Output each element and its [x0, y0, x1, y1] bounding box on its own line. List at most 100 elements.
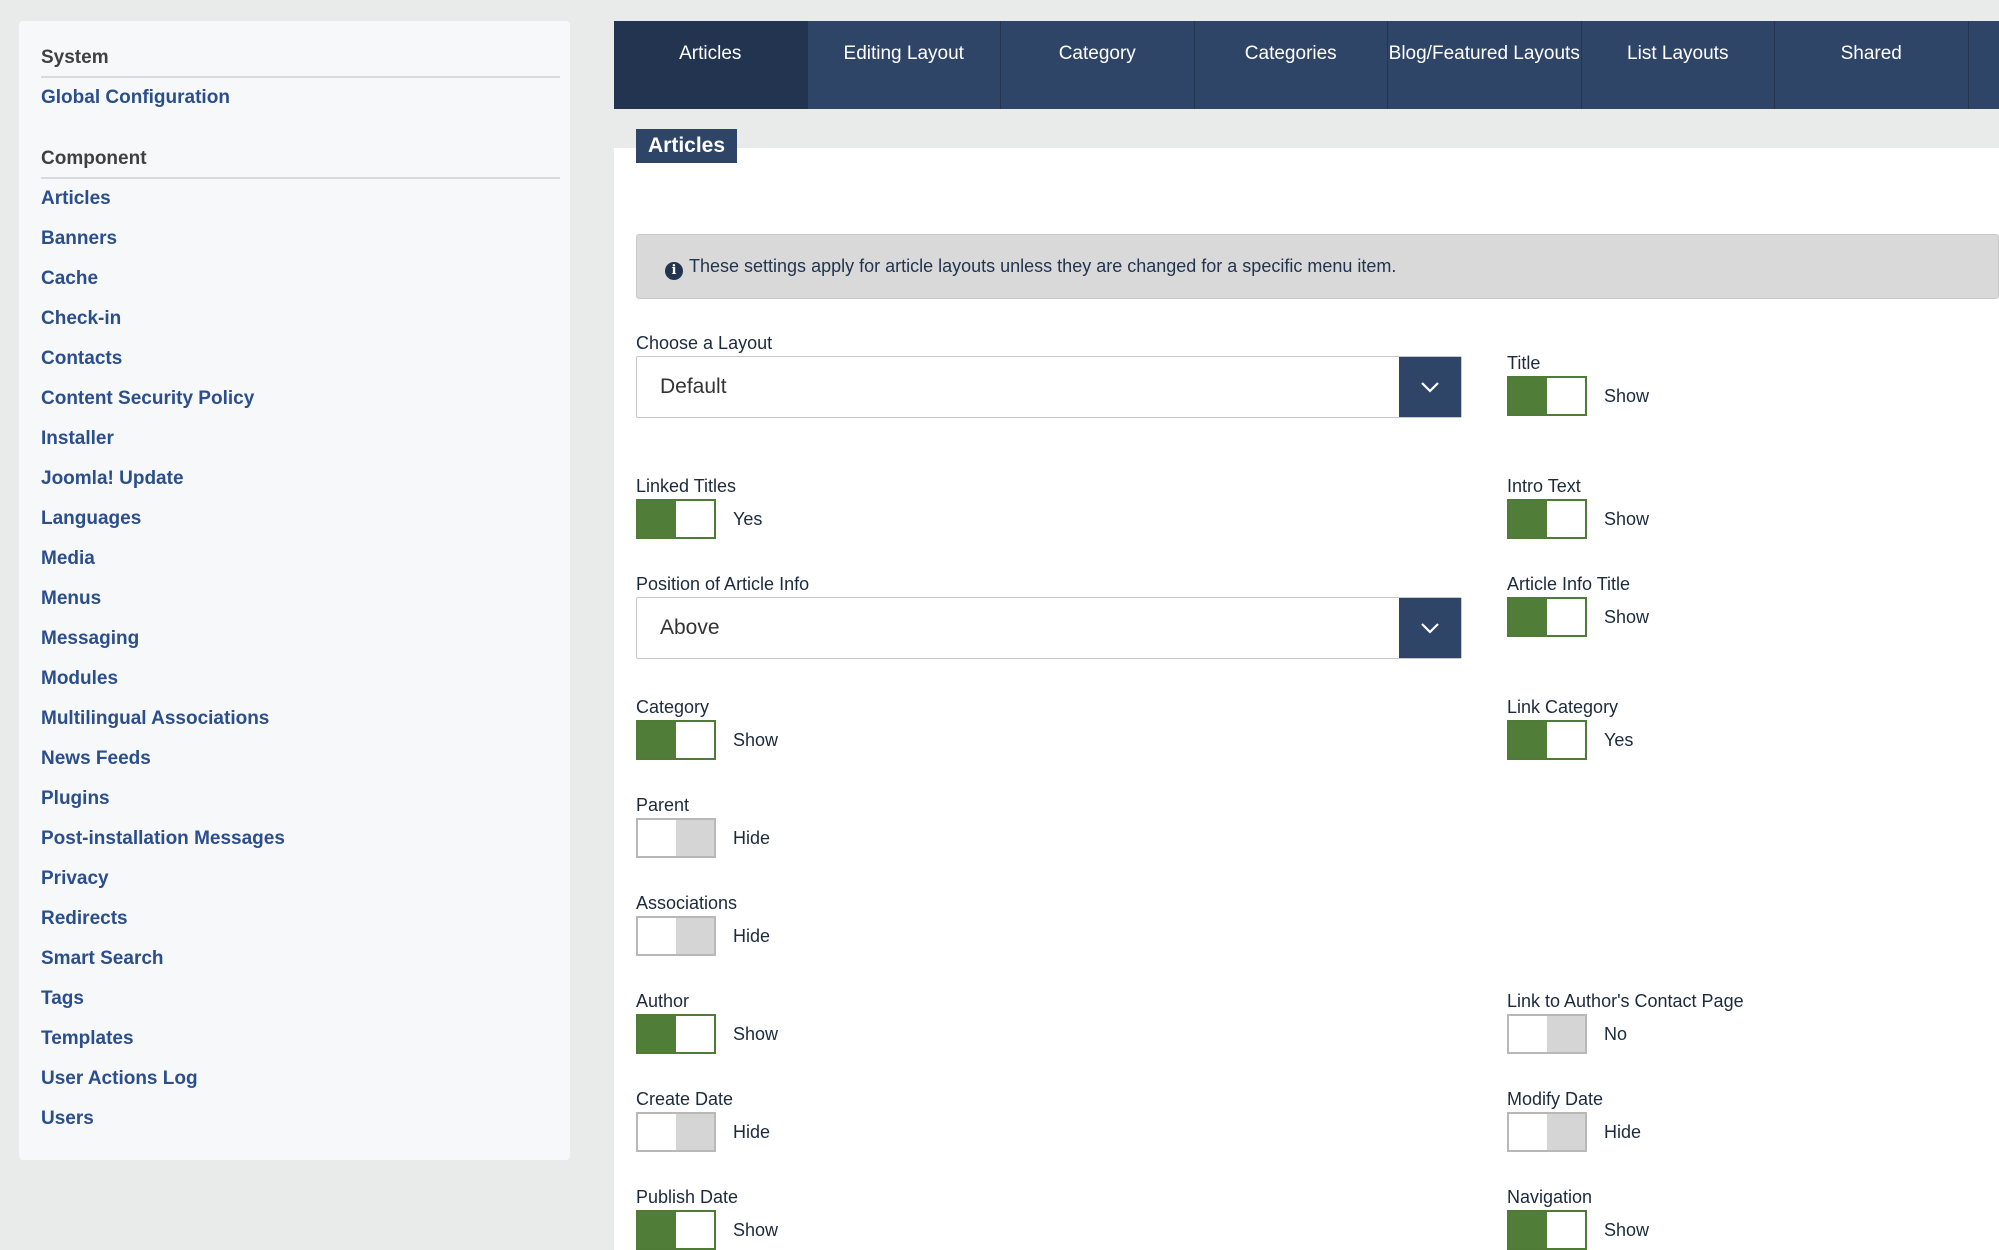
sidebar-item-check-in[interactable]: Check-in [41, 299, 560, 339]
toggle-state: Show [1604, 385, 1650, 406]
toggle-state: Show [733, 1023, 779, 1044]
field-label: Create Date [636, 1089, 734, 1109]
field-label: Navigation [1507, 1187, 1593, 1207]
field-associations: Associations Hide [636, 890, 770, 956]
field-link-category: Link Category Yes [1507, 694, 1633, 760]
field-linked-titles: Linked Titles Yes [636, 473, 762, 539]
layout-select[interactable]: Default [636, 356, 1462, 418]
category-toggle[interactable] [636, 720, 716, 760]
field-title: Title Show [1507, 350, 1649, 416]
tab-category[interactable]: Category [1001, 21, 1195, 109]
sidebar-item-content-security-policy[interactable]: Content Security Policy [41, 379, 560, 419]
field-position-article-info: Position of Article Info Above [636, 571, 1462, 659]
navigation-toggle[interactable] [1507, 1210, 1587, 1250]
field-label: Choose a Layout [636, 333, 773, 353]
toggle-state: Show [733, 729, 779, 750]
field-parent: Parent Hide [636, 792, 770, 858]
sidebar-item-templates[interactable]: Templates [41, 1019, 560, 1059]
toggle-state: Show [733, 1219, 779, 1240]
article-info-title-toggle[interactable] [1507, 597, 1587, 637]
field-label: Intro Text [1507, 476, 1581, 496]
field-label: Title [1507, 353, 1541, 373]
field-link-author-contact: Link to Author's Contact Page No [1507, 988, 1744, 1054]
parent-toggle[interactable] [636, 818, 716, 858]
field-publish-date: Publish Date Show [636, 1184, 778, 1250]
field-label: Modify Date [1507, 1089, 1604, 1109]
sidebar-item-smart-search[interactable]: Smart Search [41, 939, 560, 979]
main-content: Articles Editing Layout Category Categor… [614, 21, 1999, 1250]
modify-date-toggle[interactable] [1507, 1112, 1587, 1152]
position-article-info-select[interactable]: Above [636, 597, 1462, 659]
sidebar-item-users[interactable]: Users [41, 1099, 560, 1139]
select-value: Default [660, 375, 727, 398]
field-label: Link to Author's Contact Page [1507, 991, 1744, 1011]
linked-titles-toggle[interactable] [636, 499, 716, 539]
chevron-down-icon[interactable] [1399, 357, 1461, 417]
field-label: Publish Date [636, 1187, 739, 1207]
info-icon: i [665, 262, 683, 280]
author-toggle[interactable] [636, 1014, 716, 1054]
link-category-toggle[interactable] [1507, 720, 1587, 760]
sidebar-item-cache[interactable]: Cache [41, 259, 560, 299]
tab-shared[interactable]: Shared [1775, 21, 1969, 109]
section-title: Articles [636, 129, 738, 163]
sidebar-item-global-configuration[interactable]: Global Configuration [41, 78, 560, 118]
settings-panel [614, 148, 1999, 1250]
toggle-state: Hide [1604, 1121, 1642, 1142]
tab-blog-featured-layouts[interactable]: Blog/Featured Layouts [1388, 21, 1582, 109]
sidebar-item-languages[interactable]: Languages [41, 499, 560, 539]
field-label: Article Info Title [1507, 574, 1631, 594]
select-value: Above [660, 616, 720, 639]
field-label: Parent [636, 795, 690, 815]
toggle-state: Yes [1604, 729, 1634, 750]
field-label: Position of Article Info [636, 574, 810, 594]
toggle-state: Show [1604, 1219, 1650, 1240]
field-label: Associations [636, 893, 738, 913]
create-date-toggle[interactable] [636, 1112, 716, 1152]
toggle-state: No [1604, 1023, 1628, 1044]
toggle-state: Hide [733, 925, 771, 946]
chevron-down-icon[interactable] [1399, 598, 1461, 658]
tab-list-layouts[interactable]: List Layouts [1582, 21, 1775, 109]
toggle-state: Yes [733, 508, 763, 529]
sidebar-item-menus[interactable]: Menus [41, 579, 560, 619]
field-label: Link Category [1507, 697, 1619, 717]
sidebar-heading-system: System [41, 47, 560, 78]
info-alert: i These settings apply for article layout… [636, 234, 1999, 299]
field-navigation: Navigation Show [1507, 1184, 1649, 1250]
sidebar-item-user-actions-log[interactable]: User Actions Log [41, 1059, 560, 1099]
associations-toggle[interactable] [636, 916, 716, 956]
title-toggle[interactable] [1507, 376, 1587, 416]
tab-articles[interactable]: Articles [614, 21, 808, 109]
tab-editing-layout[interactable]: Editing Layout [808, 21, 1001, 109]
sidebar-item-post-installation-messages[interactable]: Post-installation Messages [41, 819, 560, 859]
sidebar-heading-component: Component [41, 148, 560, 179]
sidebar-item-redirects[interactable]: Redirects [41, 899, 560, 939]
field-label: Author [636, 991, 690, 1011]
sidebar-item-privacy[interactable]: Privacy [41, 859, 560, 899]
intro-text-toggle[interactable] [1507, 499, 1587, 539]
sidebar-item-tags[interactable]: Tags [41, 979, 560, 1019]
field-choose-layout: Choose a Layout Default [636, 330, 1462, 418]
sidebar-item-modules[interactable]: Modules [41, 659, 560, 699]
sidebar-item-contacts[interactable]: Contacts [41, 339, 560, 379]
field-author: Author Show [636, 988, 778, 1054]
field-intro-text: Intro Text Show [1507, 473, 1649, 539]
sidebar-item-installer[interactable]: Installer [41, 419, 560, 459]
tab-categories[interactable]: Categories [1195, 21, 1388, 109]
link-author-contact-toggle[interactable] [1507, 1014, 1587, 1054]
sidebar-item-articles[interactable]: Articles [41, 179, 560, 219]
sidebar-item-plugins[interactable]: Plugins [41, 779, 560, 819]
sidebar-item-banners[interactable]: Banners [41, 219, 560, 259]
field-label: Category [636, 697, 710, 717]
sidebar-item-news-feeds[interactable]: News Feeds [41, 739, 560, 779]
toggle-state: Show [1604, 606, 1650, 627]
field-label: Linked Titles [636, 476, 737, 496]
sidebar-item-media[interactable]: Media [41, 539, 560, 579]
toggle-state: Hide [733, 827, 771, 848]
sidebar-item-multilingual-associations[interactable]: Multilingual Associations [41, 699, 560, 739]
publish-date-toggle[interactable] [636, 1210, 716, 1250]
sidebar-item-joomla-update[interactable]: Joomla! Update [41, 459, 560, 499]
sidebar-item-messaging[interactable]: Messaging [41, 619, 560, 659]
sidebar: System Global Configuration Component Ar… [19, 21, 570, 1160]
